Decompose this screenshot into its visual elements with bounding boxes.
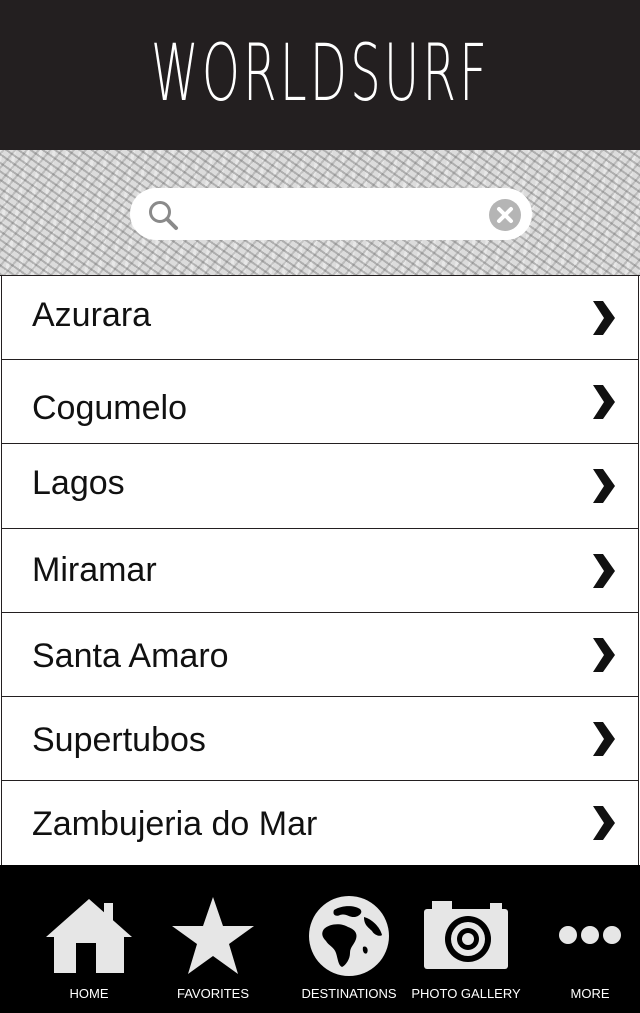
list-item[interactable]: Miramar [1, 529, 639, 613]
destination-name: Zambujeria do Mar [32, 805, 318, 843]
list-item[interactable]: Zambujeria do Mar [1, 781, 639, 866]
app-title: WORLDSURF [150, 29, 490, 119]
tab-favorites[interactable]: FAVORITES [150, 865, 276, 1013]
search-icon [149, 201, 178, 230]
camera-icon [424, 901, 508, 969]
clear-search-icon[interactable] [488, 198, 522, 232]
home-icon [46, 899, 132, 973]
list-item[interactable]: Supertubos [1, 697, 639, 781]
destination-name: Santa Amaro [32, 637, 229, 675]
destination-name: Supertubos [32, 721, 206, 759]
list-item[interactable]: Azurara [1, 276, 639, 360]
tab-label: HOME [69, 986, 109, 1001]
search-input[interactable] [188, 196, 478, 232]
chevron-right-icon [593, 806, 615, 840]
tab-label: PHOTO GALLERY [411, 986, 521, 1001]
more-icon [559, 926, 621, 944]
tab-bar: HOME FAVORITES DESTINATIONS PHOTO GALLER… [0, 865, 640, 1013]
destination-list: Azurara Cogumelo Lagos Miramar Santa Ama… [0, 275, 640, 866]
chevron-right-icon [593, 722, 615, 756]
destination-name: Lagos [32, 464, 125, 502]
globe-icon [309, 896, 389, 976]
tab-label: DESTINATIONS [301, 986, 397, 1001]
search-bar-area [0, 150, 640, 275]
chevron-right-icon [593, 638, 615, 672]
destination-name: Cogumelo [32, 389, 187, 427]
tab-photo-gallery[interactable]: PHOTO GALLERY [410, 865, 522, 1013]
tab-label: FAVORITES [177, 986, 249, 1001]
tab-label: MORE [570, 986, 610, 1001]
list-item[interactable]: Santa Amaro [1, 613, 639, 697]
app-header: WORLDSURF [0, 0, 640, 150]
list-item[interactable]: Cogumelo [1, 360, 639, 444]
tab-destinations[interactable]: DESTINATIONS [280, 865, 418, 1013]
destination-name: Azurara [32, 296, 152, 334]
chevron-right-icon [593, 301, 615, 335]
star-icon [172, 897, 254, 974]
destination-name: Miramar [32, 551, 157, 589]
tab-home[interactable]: HOME [30, 865, 148, 1013]
chevron-right-icon [593, 469, 615, 503]
chevron-right-icon [593, 385, 615, 419]
search-box[interactable] [130, 188, 532, 240]
tab-more[interactable]: MORE [540, 865, 640, 1013]
chevron-right-icon [593, 554, 615, 588]
list-item[interactable]: Lagos [1, 444, 639, 529]
